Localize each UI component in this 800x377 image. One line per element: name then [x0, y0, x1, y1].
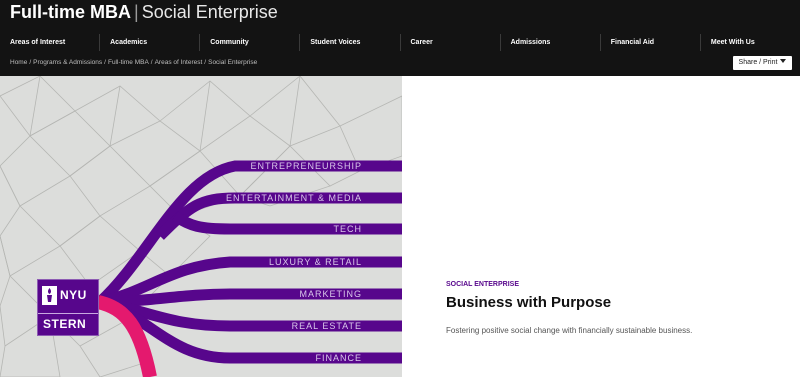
branch-label-luxury-retail: LUXURY & RETAIL	[269, 257, 362, 267]
logo-stern-text: STERN	[43, 317, 87, 331]
logo-top-section: NYU	[38, 280, 98, 314]
breadcrumb-home[interactable]: Home	[10, 59, 27, 66]
title-separator: |	[134, 2, 139, 22]
branch-label-finance: FINANCE	[315, 353, 362, 363]
branch-label-real-estate: REAL ESTATE	[292, 321, 362, 331]
share-print-button[interactable]: Share / Print	[733, 56, 792, 70]
nav-item-student-voices[interactable]: Student Voices	[299, 34, 399, 51]
branch-label-entrepreneurship: ENTREPRENEURSHIP	[250, 161, 362, 171]
nav-item-career[interactable]: Career	[399, 34, 500, 51]
caret-down-icon	[780, 59, 787, 63]
page-title: Business with Purpose	[446, 294, 612, 311]
nyu-stern-logo: NYU STERN	[37, 279, 99, 336]
top-header: Full-time MBA | Social Enterprise Areas of…	[0, 0, 800, 76]
share-print-label: Share / Print	[738, 59, 778, 66]
breadcrumb-full-time-mba[interactable]: Full-time MBA	[108, 59, 149, 66]
breadcrumb-areas-of-interest[interactable]: Areas of Interest	[155, 59, 203, 66]
breadcrumb-separator: /	[150, 59, 153, 66]
main-nav: Areas of Interest Academics Community St…	[0, 34, 800, 51]
breadcrumb-separator: /	[29, 59, 32, 66]
site-title-page: Social Enterprise	[141, 2, 278, 22]
breadcrumb-separator: /	[104, 59, 106, 66]
breadcrumb-programs-admissions[interactable]: Programs & Admissions	[33, 59, 102, 66]
nav-item-financial-aid[interactable]: Financial Aid	[599, 34, 700, 51]
logo-nyu-text: NYU	[60, 288, 87, 302]
branch-label-marketing: MARKETING	[299, 289, 362, 299]
nav-item-community[interactable]: Community	[199, 34, 299, 51]
breadcrumb-separator: /	[204, 59, 207, 66]
site-title-program: Full-time MBA	[10, 2, 131, 22]
branch-label-tech: TECH	[334, 224, 363, 234]
nav-item-areas-of-interest[interactable]: Areas of Interest	[0, 34, 99, 51]
breadcrumb: Home / Programs & Admissions / Full-time MBA…	[10, 59, 257, 66]
site-title[interactable]: Full-time MBA | Social Enterprise	[10, 1, 278, 23]
breadcrumb-current: Social Enterprise	[208, 59, 258, 66]
branch-label-entertainment-media: ENTERTAINMENT & MEDIA	[226, 193, 362, 203]
page-description: Fostering positive social change with fi…	[446, 326, 693, 335]
nav-item-admissions[interactable]: Admissions	[499, 34, 600, 51]
torch-icon	[42, 286, 57, 305]
nav-item-academics[interactable]: Academics	[99, 34, 199, 51]
nav-item-meet-with-us[interactable]: Meet With Us	[699, 34, 800, 51]
section-eyebrow: SOCIAL ENTERPRISE	[446, 281, 519, 288]
